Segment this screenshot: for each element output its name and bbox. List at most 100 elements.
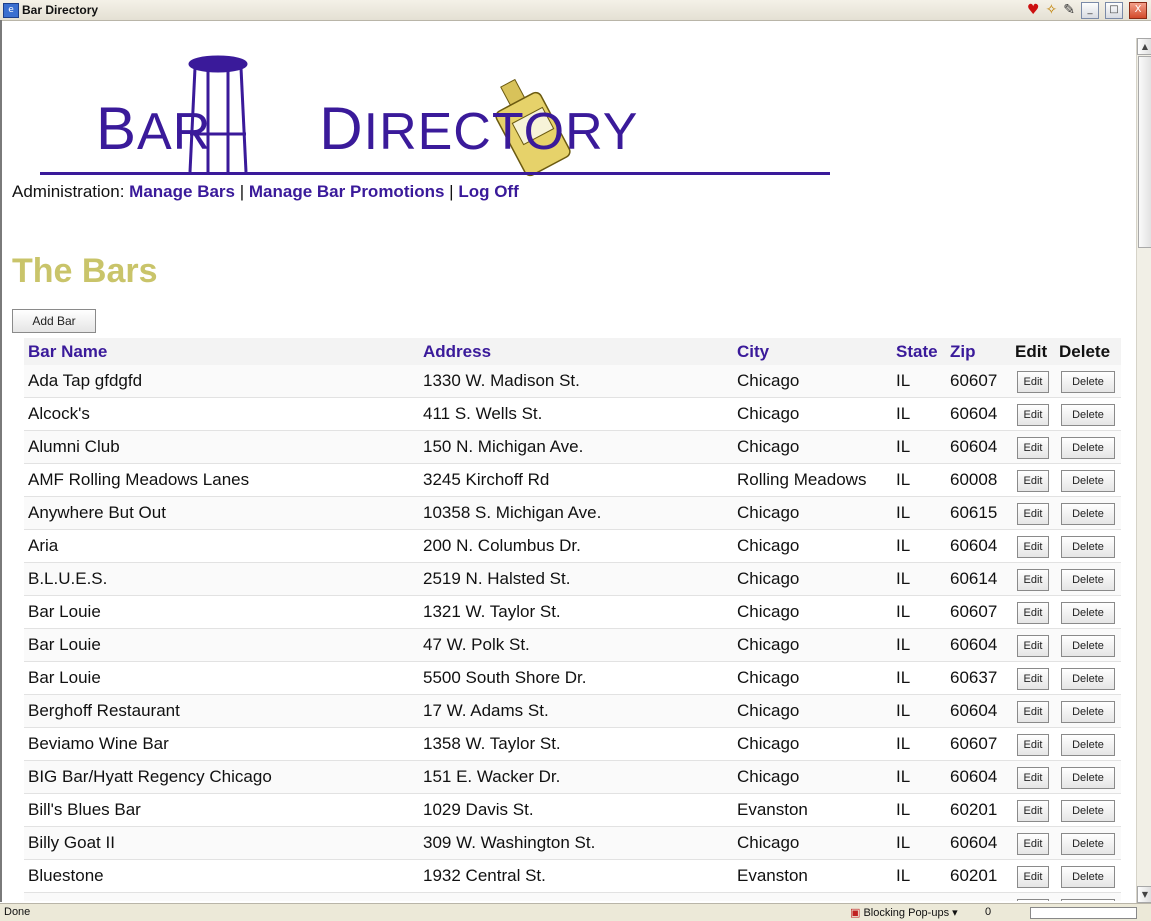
page-content: BAR DIRECTORY Administration: Manage Bars… bbox=[2, 22, 1135, 901]
page-title: The Bars bbox=[12, 252, 158, 290]
maximize-button[interactable]: □ bbox=[1105, 1, 1123, 19]
status-bar: Done ▣ Blocking Pop-ups ▾ 0 bbox=[0, 903, 1151, 921]
city-cell: Chicago bbox=[733, 892, 892, 901]
address-cell: 411 S. Wells St. bbox=[419, 397, 733, 431]
edit-button[interactable]: Edit bbox=[1017, 469, 1049, 492]
city-cell: Chicago bbox=[733, 826, 892, 860]
address-cell: 1029 Davis St. bbox=[419, 793, 733, 827]
delete-button[interactable]: Delete bbox=[1061, 502, 1115, 525]
city-cell: Chicago bbox=[733, 529, 892, 563]
table-row: Bar Louie 5500 South Shore Dr. Chicago IL 60… bbox=[24, 661, 1121, 695]
bar-name-cell: Billy Goat II bbox=[24, 826, 419, 860]
edit-button[interactable]: Edit bbox=[1017, 568, 1049, 591]
zip-cell: 60604 bbox=[946, 826, 1011, 860]
delete-button[interactable]: Delete bbox=[1061, 865, 1115, 888]
log-off-link[interactable]: Log Off bbox=[458, 182, 518, 201]
state-cell: IL bbox=[892, 365, 946, 398]
city-cell: Chicago bbox=[733, 595, 892, 629]
table-row: AMF Rolling Meadows Lanes 3245 Kirchoff R… bbox=[24, 463, 1121, 497]
city-cell: Chicago bbox=[733, 365, 892, 398]
edit-cell: Edit bbox=[1011, 365, 1055, 398]
edit-button[interactable]: Edit bbox=[1017, 832, 1049, 855]
bar-name-cell: Bobby McGee's Bar & Grill bbox=[24, 892, 419, 901]
bar-name-cell: Berghoff Restaurant bbox=[24, 694, 419, 728]
manage-bars-link[interactable]: Manage Bars bbox=[129, 182, 235, 201]
delete-button[interactable]: Delete bbox=[1061, 898, 1115, 901]
edit-button[interactable]: Edit bbox=[1017, 403, 1049, 426]
delete-cell: Delete bbox=[1055, 529, 1121, 563]
delete-button[interactable]: Delete bbox=[1061, 469, 1115, 492]
delete-button[interactable]: Delete bbox=[1061, 733, 1115, 756]
browser-app-icon[interactable]: e bbox=[3, 3, 19, 18]
edit-button[interactable]: Edit bbox=[1017, 766, 1049, 789]
edit-button[interactable]: Edit bbox=[1017, 634, 1049, 657]
popup-blocker[interactable]: ▣ Blocking Pop-ups ▾ bbox=[850, 906, 958, 919]
city-cell: Chicago bbox=[733, 694, 892, 728]
edit-button[interactable]: Edit bbox=[1017, 370, 1049, 393]
close-button[interactable]: X bbox=[1129, 1, 1147, 19]
vertical-scrollbar[interactable]: ▲ ▼ bbox=[1136, 38, 1151, 903]
zip-cell: 60603 bbox=[946, 892, 1011, 901]
edit-button[interactable]: Edit bbox=[1017, 601, 1049, 624]
delete-button[interactable]: Delete bbox=[1061, 832, 1115, 855]
edit-cell: Edit bbox=[1011, 397, 1055, 431]
state-cell: IL bbox=[892, 463, 946, 497]
city-cell: Chicago bbox=[733, 562, 892, 596]
edit-button[interactable]: Edit bbox=[1017, 502, 1049, 525]
zip-cell: 60607 bbox=[946, 727, 1011, 761]
scroll-up-arrow-icon[interactable]: ▲ bbox=[1137, 38, 1151, 55]
state-cell: IL bbox=[892, 826, 946, 860]
zip-cell: 60607 bbox=[946, 365, 1011, 398]
logo-underline bbox=[40, 172, 830, 175]
scroll-down-arrow-icon[interactable]: ▼ bbox=[1137, 886, 1151, 903]
wand-icon[interactable]: ✧ bbox=[1046, 1, 1058, 19]
delete-cell: Delete bbox=[1055, 859, 1121, 893]
delete-button[interactable]: Delete bbox=[1061, 370, 1115, 393]
delete-button[interactable]: Delete bbox=[1061, 403, 1115, 426]
delete-button[interactable]: Delete bbox=[1061, 436, 1115, 459]
minimize-button[interactable]: _ bbox=[1081, 1, 1099, 19]
delete-cell: Delete bbox=[1055, 727, 1121, 761]
delete-button[interactable]: Delete bbox=[1061, 766, 1115, 789]
zip-cell: 60604 bbox=[946, 628, 1011, 662]
manage-bar-promotions-link[interactable]: Manage Bar Promotions bbox=[249, 182, 445, 201]
state-cell: IL bbox=[892, 628, 946, 662]
edit-button[interactable]: Edit bbox=[1017, 700, 1049, 723]
delete-button[interactable]: Delete bbox=[1061, 535, 1115, 558]
delete-cell: Delete bbox=[1055, 562, 1121, 596]
edit-button[interactable]: Edit bbox=[1017, 898, 1049, 901]
city-cell: Chicago bbox=[733, 397, 892, 431]
col-city-header[interactable]: City bbox=[733, 338, 892, 365]
delete-button[interactable]: Delete bbox=[1061, 799, 1115, 822]
edit-button[interactable]: Edit bbox=[1017, 436, 1049, 459]
edit-button[interactable]: Edit bbox=[1017, 733, 1049, 756]
col-address-header[interactable]: Address bbox=[419, 338, 733, 365]
add-bar-button[interactable]: Add Bar bbox=[12, 309, 96, 333]
bar-name-cell: Bill's Blues Bar bbox=[24, 793, 419, 827]
delete-button[interactable]: Delete bbox=[1061, 634, 1115, 657]
site-logo[interactable]: BAR DIRECTORY bbox=[40, 54, 840, 177]
col-state-header[interactable]: State bbox=[892, 338, 946, 365]
edit-button[interactable]: Edit bbox=[1017, 799, 1049, 822]
delete-button[interactable]: Delete bbox=[1061, 700, 1115, 723]
table-row: Bar Louie 1321 W. Taylor St. Chicago IL 6060… bbox=[24, 595, 1121, 629]
zip-cell: 60604 bbox=[946, 694, 1011, 728]
col-bar-name-header[interactable]: Bar Name bbox=[24, 338, 419, 365]
delete-cell: Delete bbox=[1055, 826, 1121, 860]
edit-note-icon[interactable]: ✎ bbox=[1063, 1, 1075, 19]
delete-button[interactable]: Delete bbox=[1061, 601, 1115, 624]
bars-table-body: Ada Tap gfdgfd 1330 W. Madison St. Chicago… bbox=[24, 365, 1121, 901]
delete-button[interactable]: Delete bbox=[1061, 568, 1115, 591]
edit-button[interactable]: Edit bbox=[1017, 667, 1049, 690]
progress-bar bbox=[1030, 907, 1137, 919]
edit-button[interactable]: Edit bbox=[1017, 535, 1049, 558]
edit-button[interactable]: Edit bbox=[1017, 865, 1049, 888]
table-row: Beviamo Wine Bar 1358 W. Taylor St. Chicag… bbox=[24, 727, 1121, 761]
delete-button[interactable]: Delete bbox=[1061, 667, 1115, 690]
state-cell: IL bbox=[892, 892, 946, 901]
heart-icon[interactable]: ♥ bbox=[1027, 1, 1040, 19]
col-zip-header[interactable]: Zip bbox=[946, 338, 1011, 365]
state-cell: IL bbox=[892, 727, 946, 761]
scrollbar-thumb[interactable] bbox=[1138, 56, 1151, 248]
bar-name-cell: Alumni Club bbox=[24, 430, 419, 464]
